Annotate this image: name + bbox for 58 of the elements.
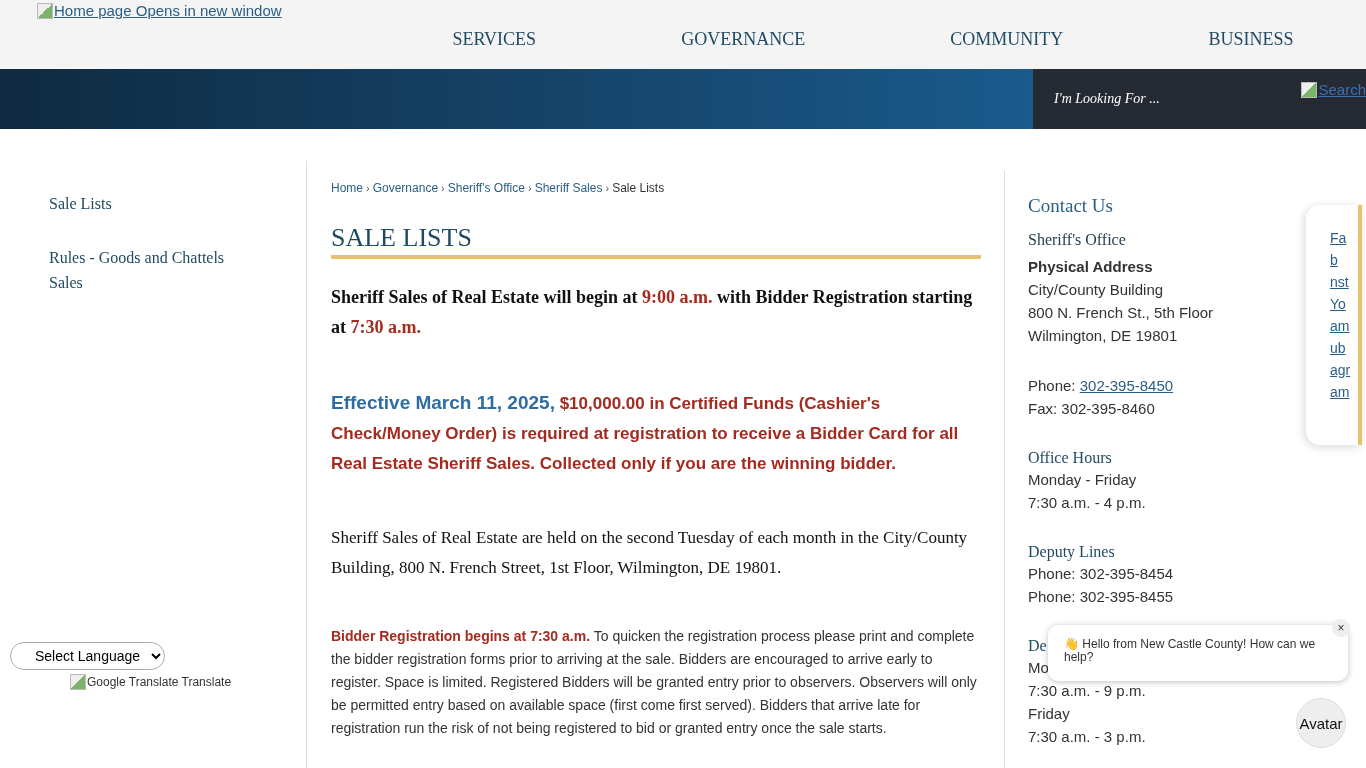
breadcrumb-link[interactable]: Governance: [372, 181, 439, 195]
address-line: Wilmington, DE 19801: [1028, 326, 1178, 346]
language-select[interactable]: Select Language: [10, 642, 165, 670]
breadcrumb-current: Sale Lists: [612, 181, 665, 195]
nav-link[interactable]: SERVICES: [452, 29, 537, 50]
sidebar-link[interactable]: Rules - Goods and Chattels Sales: [49, 245, 249, 295]
info-line: Friday: [1028, 704, 1070, 724]
address-line: 800 N. French St., 5th Floor: [1028, 303, 1214, 323]
info-line: 7:30 a.m. - 3 p.m.: [1028, 727, 1146, 747]
close-button[interactable]: ×: [1332, 619, 1350, 637]
info-line: 7:30 a.m. - 4 p.m.: [1028, 493, 1146, 513]
info-line: Phone: 302-395-8455: [1028, 587, 1174, 607]
social-link[interactable]: Yo: [1330, 293, 1354, 315]
breadcrumb-link[interactable]: Sheriff's Office: [447, 181, 525, 195]
info-line: Mo: [1028, 658, 1049, 678]
broken-image-icon: [37, 2, 53, 19]
address-line: City/County Building: [1028, 280, 1164, 300]
sidebar-link[interactable]: Sale Lists: [49, 191, 249, 216]
section-heading: Deputy Lines: [1028, 542, 1115, 562]
nav-link[interactable]: GOVERNANCE: [681, 29, 806, 50]
home-logo-link[interactable]: Home page Opens in new window: [37, 2, 282, 19]
social-link[interactable]: nst: [1330, 271, 1354, 293]
info-line: Monday - Friday: [1028, 470, 1137, 490]
breadcrumb-separator: ›: [366, 182, 370, 194]
search-field[interactable]: I'm Looking For ...: [1052, 85, 1236, 112]
chat-message: 👋 Hello from New Castle County! How can we help?: [1064, 638, 1317, 664]
section-heading: Office Hours: [1028, 448, 1112, 468]
social-link[interactable]: am: [1330, 315, 1354, 337]
broken-image-icon: [70, 674, 86, 690]
page-title: SALE LISTS: [331, 221, 981, 259]
nav-link[interactable]: COMMUNITY: [950, 29, 1064, 50]
address-label: Physical Address: [1028, 257, 1153, 277]
info-line: Phone: 302-395-8454: [1028, 564, 1174, 584]
fax-line: Fax: 302-395-8460: [1028, 399, 1155, 419]
paragraph: Effective March 11, 2025, $10,000.00 in Certified Funds (Cashier's Check/Money Order) is required at registration to receive a Bidder Card for all Real Estate Sheriff Sales. Collected only if you are the winning bidder.: [331, 391, 960, 475]
section-heading: De: [1028, 636, 1047, 656]
breadcrumb-link[interactable]: Home: [331, 181, 363, 195]
paragraph: Sheriff Sales of Real Estate will begin at 9:00 a.m. with Bidder Registration starting at 7:30 a.m.: [331, 286, 974, 339]
avatar-button[interactable]: Avatar: [1296, 698, 1346, 748]
paragraph: Sheriff Sales of Real Estate are held on the second Tuesday of each month in the City/County Building, 800 N. French Street, 1st Floor, Wilmington, DE 19801.: [331, 527, 969, 579]
broken-image-icon: [1301, 81, 1318, 98]
contact-heading: Contact Us: [1028, 195, 1113, 217]
paragraph: Bidder Registration begins at 7:30 a.m. To quicken the registration process please print and complete the bidder registration forms prior to arriving at the sale. Bidders are encouraged to arrive early to register. Space is limited. Registered Bidders will be granted entry prior to observers. Observers will only be permitted entry based on available space (first come first served). Bidders that arrive late for registration run the risk of not being registered to bid or granted entry once the sale starts.: [331, 627, 978, 738]
breadcrumb-separator: ›: [527, 182, 532, 194]
breadcrumb-link[interactable]: Sheriff Sales: [534, 181, 603, 195]
social-link[interactable]: agr: [1330, 359, 1354, 381]
translate-label: Google Translate Translate: [87, 675, 232, 689]
breadcrumb-separator: ›: [441, 182, 445, 194]
social-link[interactable]: b: [1330, 249, 1354, 271]
info-line: 7:30 a.m. - 9 p.m.: [1028, 681, 1146, 701]
breadcrumb-separator: ›: [605, 182, 610, 194]
nav-link[interactable]: BUSINESS: [1208, 29, 1294, 50]
social-link[interactable]: Fa: [1330, 227, 1354, 249]
social-link[interactable]: ub: [1330, 337, 1354, 359]
social-link[interactable]: am: [1330, 381, 1354, 403]
office-name: Sheriff's Office: [1028, 231, 1126, 249]
phone-link[interactable]: 302-395-8450: [1079, 377, 1174, 394]
phone-line: Phone: 302-395-8450: [1028, 376, 1174, 396]
